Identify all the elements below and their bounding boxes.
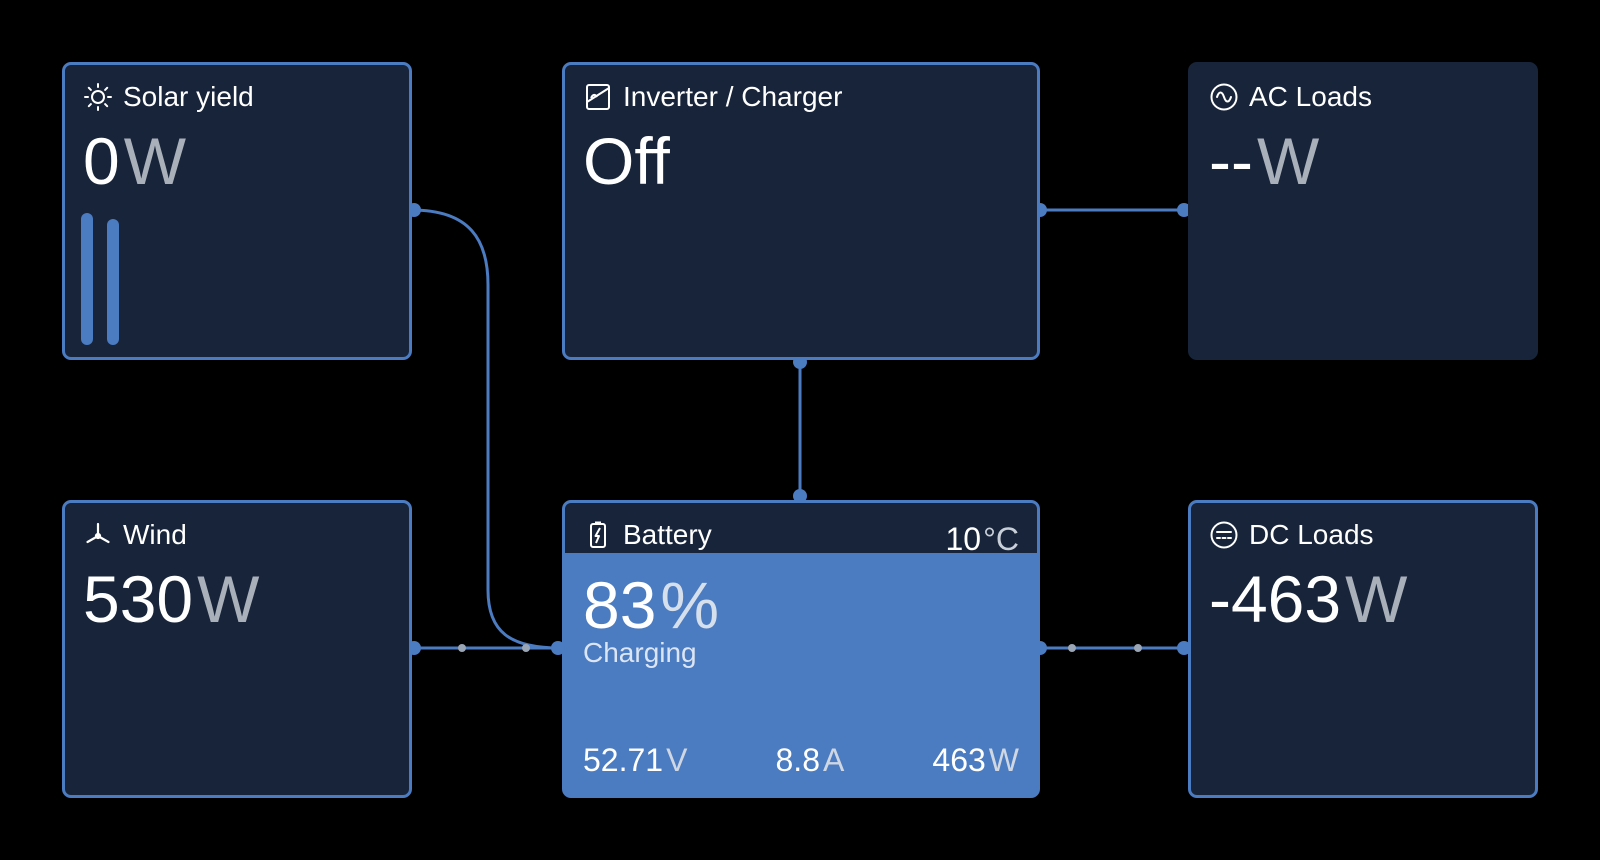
flow-dot xyxy=(1134,644,1142,652)
wire-solar-battery xyxy=(411,208,561,650)
dc-loads-value: -463W xyxy=(1209,562,1408,636)
battery-current: 8.8A xyxy=(775,742,845,778)
battery-tile[interactable]: Battery 10°C 83% Charging 52.71V 8.8A 46… xyxy=(562,500,1040,798)
dc-loads-header: DC Loads xyxy=(1209,519,1374,551)
battery-voltage: 52.71V xyxy=(583,742,688,778)
flow-dot xyxy=(458,644,466,652)
wind-tile[interactable]: Wind 530W xyxy=(62,500,412,798)
battery-title: Battery xyxy=(623,519,712,550)
wind-title: Wind xyxy=(123,519,187,550)
ac-loads-tile[interactable]: AC Loads --W xyxy=(1188,62,1538,360)
battery-stats: 52.71V 8.8A 463W xyxy=(583,742,1019,779)
ac-loads-title: AC Loads xyxy=(1249,81,1372,112)
inverter-icon xyxy=(583,82,613,112)
inverter-charger-title: Inverter / Charger xyxy=(623,81,843,112)
flow-dot xyxy=(522,644,530,652)
wind-value: 530W xyxy=(83,562,260,636)
battery-header: Battery xyxy=(583,519,712,551)
dc-icon xyxy=(1209,520,1239,550)
wind-turbine-icon xyxy=(83,520,113,550)
inverter-charger-state: Off xyxy=(583,124,670,198)
battery-charging-icon xyxy=(583,520,613,550)
dc-loads-title: DC Loads xyxy=(1249,519,1374,550)
solar-yield-value: 0W xyxy=(83,124,187,198)
solar-yield-title: Solar yield xyxy=(123,81,254,112)
sun-icon xyxy=(83,82,113,112)
ac-loads-value: --W xyxy=(1209,124,1320,198)
battery-status: Charging xyxy=(583,637,697,668)
inverter-charger-header: Inverter / Charger xyxy=(583,81,842,113)
wind-header: Wind xyxy=(83,519,187,551)
solar-yield-tile[interactable]: Solar yield 0W xyxy=(62,62,412,360)
solar-bar-1 xyxy=(81,213,93,345)
flow-dot xyxy=(1068,644,1076,652)
ac-wave-icon xyxy=(1209,82,1239,112)
ac-loads-header: AC Loads xyxy=(1209,81,1372,113)
solar-yield-bars xyxy=(81,213,119,345)
battery-power: 463W xyxy=(932,742,1019,778)
inverter-charger-tile[interactable]: Inverter / Charger Off xyxy=(562,62,1040,360)
solar-bar-2 xyxy=(107,219,119,345)
dc-loads-tile[interactable]: DC Loads -463W xyxy=(1188,500,1538,798)
battery-temperature: 10°C xyxy=(945,521,1020,557)
battery-soc: 83% xyxy=(583,568,720,642)
solar-yield-header: Solar yield xyxy=(83,81,254,113)
